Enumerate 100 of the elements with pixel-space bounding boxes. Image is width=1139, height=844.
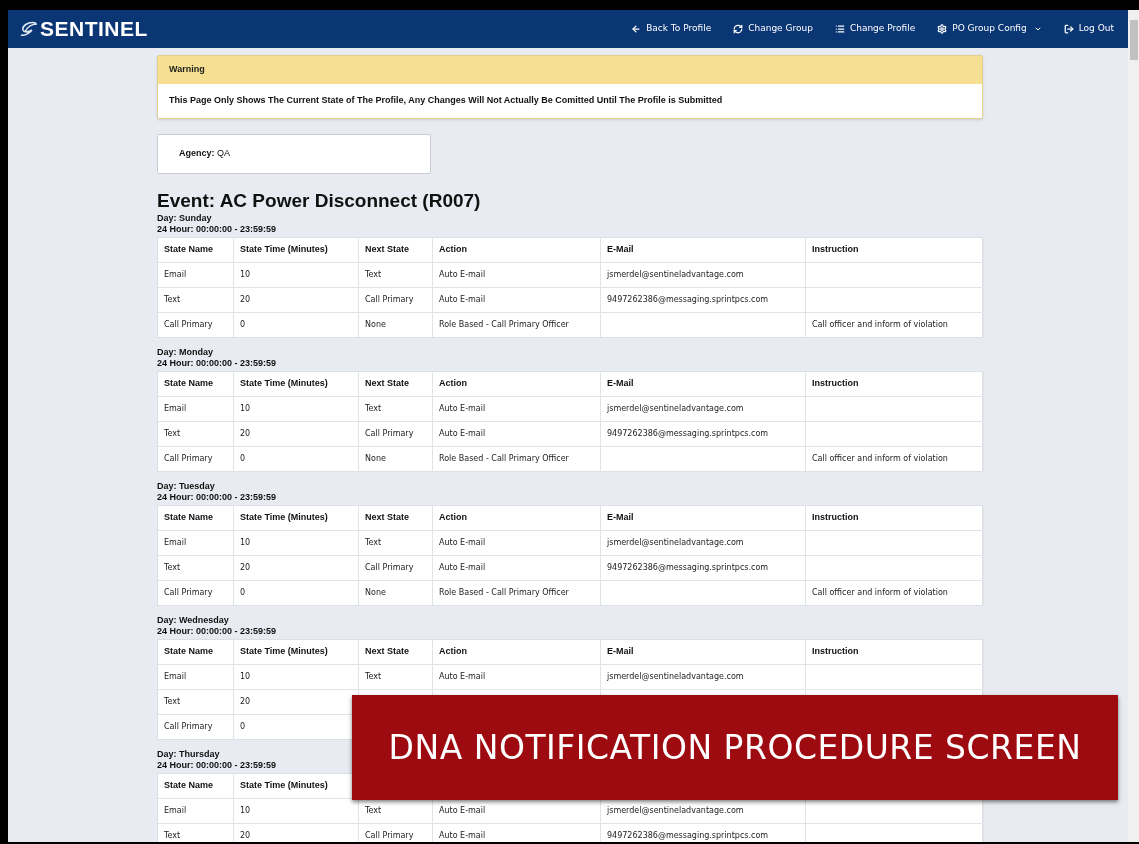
- table-cell: Role Based - Call Primary Officer: [433, 581, 601, 605]
- table-cell: Call Primary: [359, 556, 433, 580]
- day-label: Day: Monday: [157, 347, 214, 358]
- table-cell: 9497262386@messaging.sprintpcs.com: [601, 288, 806, 312]
- table-cell: Text: [158, 288, 234, 312]
- column-header: E-Mail: [601, 372, 806, 396]
- table-cell: 9497262386@messaging.sprintpcs.com: [601, 556, 806, 580]
- table-cell: None: [359, 447, 433, 471]
- list-icon: [834, 24, 845, 34]
- table-cell: 10: [234, 665, 359, 689]
- table-cell: Role Based - Call Primary Officer: [433, 313, 601, 337]
- day-label: Day: Wednesday: [157, 615, 230, 626]
- table-cell: Call officer and inform of violation: [806, 447, 984, 471]
- column-header: E-Mail: [601, 506, 806, 530]
- table-cell: Email: [158, 263, 234, 287]
- column-header: Instruction: [806, 640, 984, 664]
- table-cell: Call Primary: [158, 447, 234, 471]
- nav-link[interactable]: Change Profile: [834, 22, 916, 36]
- table-cell: Call officer and inform of violation: [806, 581, 984, 605]
- table-cell: Role Based - Call Primary Officer: [433, 447, 601, 471]
- table-cell: 0: [234, 581, 359, 605]
- table-cell: Auto E-mail: [433, 288, 601, 312]
- table-cell: Auto E-mail: [433, 531, 601, 555]
- column-header: State Time (Minutes): [234, 238, 359, 262]
- table-cell: 10: [234, 397, 359, 421]
- warning-title: Warning: [158, 56, 982, 84]
- table-cell: Auto E-mail: [433, 556, 601, 580]
- hours-label: 24 Hour: 00:00:00 - 23:59:59: [157, 626, 278, 637]
- event-title: Event: AC Power Disconnect (R007): [157, 190, 482, 212]
- table-cell: Text: [158, 690, 234, 714]
- table-cell: None: [359, 581, 433, 605]
- hours-label: 24 Hour: 00:00:00 - 23:59:59: [157, 224, 278, 235]
- hours-label: 24 Hour: 00:00:00 - 23:59:59: [157, 358, 278, 369]
- table-cell: Call Primary: [158, 581, 234, 605]
- column-header: State Time (Minutes): [234, 640, 359, 664]
- column-header: State Time (Minutes): [234, 506, 359, 530]
- logout-icon: [1063, 24, 1074, 34]
- table-cell: Call Primary: [359, 824, 433, 842]
- day-label: Day: Tuesday: [157, 481, 216, 492]
- column-header: Action: [433, 238, 601, 262]
- table-cell: 9497262386@messaging.sprintpcs.com: [601, 422, 806, 446]
- column-header: Next State: [359, 506, 433, 530]
- day-label: Day: Thursday: [157, 749, 221, 760]
- table-cell: Auto E-mail: [433, 665, 601, 689]
- column-header: Action: [433, 640, 601, 664]
- table-cell: Text: [359, 665, 433, 689]
- table-cell: Auto E-mail: [433, 263, 601, 287]
- table-cell: Email: [158, 665, 234, 689]
- scrollbar-thumb[interactable]: [1129, 20, 1138, 60]
- warning-message: This Page Only Shows The Current State of The Profile, Any Changes Will Not Actually Be Comitted Until The Profile is Submitted: [168, 94, 724, 108]
- refresh-icon: [733, 24, 744, 34]
- nav-link[interactable]: PO Group Config: [937, 22, 1042, 36]
- table-cell: Text: [359, 263, 433, 287]
- table-cell: Auto E-mail: [433, 397, 601, 421]
- table-cell: Call officer and inform of violation: [806, 313, 984, 337]
- table-cell: jsmerdel@sentineladvantage.com: [601, 665, 806, 689]
- table-cell: Call Primary: [158, 313, 234, 337]
- hours-label: 24 Hour: 00:00:00 - 23:59:59: [157, 760, 278, 771]
- column-header: Action: [433, 506, 601, 530]
- table-cell: jsmerdel@sentineladvantage.com: [601, 263, 806, 287]
- column-header: E-Mail: [601, 640, 806, 664]
- column-header: E-Mail: [601, 238, 806, 262]
- table-cell: Text: [158, 824, 234, 842]
- agency-text: Agency: QA: [179, 147, 231, 161]
- table-cell: 10: [234, 531, 359, 555]
- table-cell: Text: [359, 397, 433, 421]
- column-header: Instruction: [806, 372, 984, 396]
- table-cell: Text: [158, 556, 234, 580]
- column-header: Action: [433, 372, 601, 396]
- table-cell: Call Primary: [359, 288, 433, 312]
- logo-icon: [20, 21, 38, 37]
- column-header: Next State: [359, 372, 433, 396]
- nav-link[interactable]: Back To Profile: [631, 22, 712, 36]
- table-cell: Email: [158, 799, 234, 823]
- column-header: Next State: [359, 640, 433, 664]
- table-cell: Email: [158, 397, 234, 421]
- table-cell: 20: [234, 556, 359, 580]
- table-cell: 20: [234, 824, 359, 842]
- column-header: State Time (Minutes): [234, 372, 359, 396]
- nav-link[interactable]: Change Group: [733, 22, 813, 36]
- table-cell: 0: [234, 313, 359, 337]
- hours-label: 24 Hour: 00:00:00 - 23:59:59: [157, 492, 278, 503]
- column-header: Instruction: [806, 238, 984, 262]
- table-cell: 20: [234, 288, 359, 312]
- table-cell: jsmerdel@sentineladvantage.com: [601, 531, 806, 555]
- table-cell: Auto E-mail: [433, 422, 601, 446]
- column-header: State Name: [158, 238, 234, 262]
- table-cell: Auto E-mail: [433, 824, 601, 842]
- column-header: State Name: [158, 774, 234, 798]
- table-cell: 9497262386@messaging.sprintpcs.com: [601, 824, 806, 842]
- gear-icon: [937, 24, 948, 34]
- table-cell: Call Primary: [359, 422, 433, 446]
- table-cell: 20: [234, 422, 359, 446]
- table-cell: 10: [234, 263, 359, 287]
- table-cell: Text: [158, 422, 234, 446]
- column-header: State Name: [158, 640, 234, 664]
- column-header: State Name: [158, 372, 234, 396]
- table-cell: jsmerdel@sentineladvantage.com: [601, 397, 806, 421]
- day-label: Day: Sunday: [157, 213, 213, 224]
- nav-link[interactable]: Log Out: [1063, 22, 1114, 36]
